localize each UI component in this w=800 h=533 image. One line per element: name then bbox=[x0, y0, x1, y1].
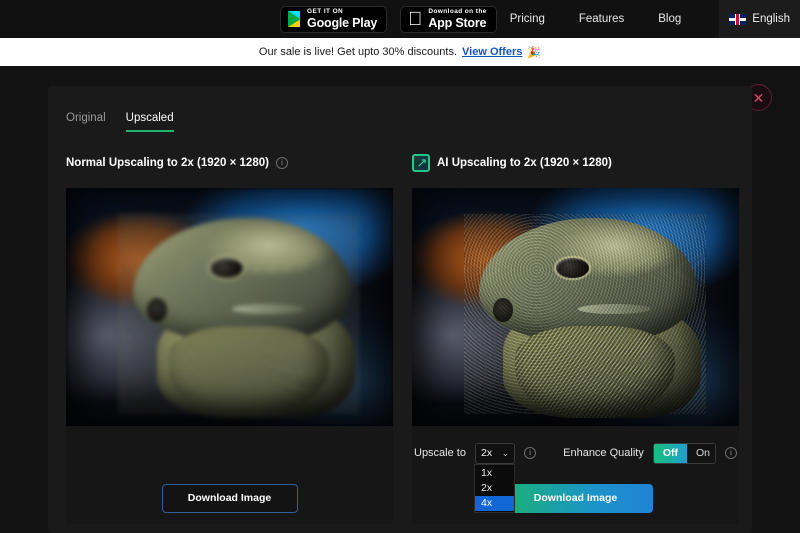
result-tabs: Original Upscaled bbox=[66, 112, 734, 132]
uk-flag-icon bbox=[729, 13, 747, 25]
site-header: GET IT ON Google Play  Download on the … bbox=[0, 0, 800, 38]
comparison-columns: Normal Upscaling to 2x (1920 × 1280) i D… bbox=[66, 154, 739, 524]
ai-upscale-image bbox=[412, 188, 739, 426]
nav-item-features[interactable]: Features bbox=[579, 13, 624, 25]
app-page: GET IT ON Google Play  Download on the … bbox=[0, 0, 800, 533]
enhance-quality-toggle[interactable]: Off On bbox=[652, 442, 716, 464]
dropdown-option-2x[interactable]: 2x bbox=[475, 481, 514, 496]
nav-item-blog[interactable]: Blog bbox=[658, 13, 681, 25]
app-store-button[interactable]:  Download on the App Store bbox=[400, 5, 497, 33]
ai-upscale-header: AI Upscaling to 2x (1920 × 1280) bbox=[412, 154, 739, 172]
download-image-button-ai[interactable]: Download Image bbox=[498, 483, 653, 513]
google-play-top-label: GET IT ON bbox=[307, 7, 344, 15]
ai-controls-row: Upscale to 2x ⌄ i Enhance Quality Off On bbox=[412, 434, 739, 513]
google-play-text: GET IT ON Google Play bbox=[307, 7, 378, 30]
google-play-icon bbox=[288, 11, 302, 27]
ai-upscale-card: Upscale to 2x ⌄ i Enhance Quality Off On bbox=[412, 188, 739, 524]
nav-item-pricing[interactable]: Pricing bbox=[510, 13, 545, 25]
tab-original[interactable]: Original bbox=[66, 112, 106, 132]
normal-upscale-card: Download Image bbox=[66, 188, 393, 524]
language-selector[interactable]: English bbox=[719, 0, 800, 38]
enhance-quality-label: Enhance Quality bbox=[563, 447, 644, 459]
modal-sheet: Original Upscaled Normal Upscaling to 2x… bbox=[48, 86, 752, 533]
ai-upscale-title: AI Upscaling to 2x (1920 × 1280) bbox=[437, 157, 612, 169]
upscale-modal: ✕ Original Upscaled Normal Upscaling to … bbox=[0, 66, 800, 533]
normal-upscale-title: Normal Upscaling to 2x (1920 × 1280) bbox=[66, 157, 269, 169]
upscale-info-icon[interactable]: i bbox=[524, 447, 537, 459]
upscale-factor-select[interactable]: 2x ⌄ bbox=[474, 442, 516, 464]
language-label: English bbox=[752, 13, 790, 25]
normal-download-row: Download Image bbox=[66, 472, 393, 524]
google-play-main-label: Google Play bbox=[307, 16, 378, 30]
download-image-button-normal[interactable]: Download Image bbox=[161, 483, 298, 513]
normal-upscale-image bbox=[66, 188, 393, 426]
enhance-off-option[interactable]: Off bbox=[653, 443, 688, 463]
info-icon[interactable]: i bbox=[275, 157, 288, 169]
normal-upscale-column: Normal Upscaling to 2x (1920 × 1280) i D… bbox=[66, 154, 393, 524]
apple-logo-icon:  bbox=[408, 10, 422, 29]
image-vignette bbox=[412, 188, 739, 426]
party-popper-icon: 🎉 bbox=[527, 46, 542, 59]
upscale-factor-value: 2x bbox=[480, 447, 493, 459]
app-store-top-label: Download on the bbox=[428, 7, 487, 15]
normal-controls-spacer bbox=[66, 434, 393, 472]
promo-banner: Our sale is live! Get upto 30% discounts… bbox=[0, 38, 800, 66]
app-store-main-label: App Store bbox=[428, 16, 487, 30]
tab-upscaled[interactable]: Upscaled bbox=[125, 112, 174, 132]
normal-upscale-header: Normal Upscaling to 2x (1920 × 1280) i bbox=[66, 154, 393, 172]
promo-text: Our sale is live! Get upto 30% discounts… bbox=[258, 46, 458, 58]
view-offers-link[interactable]: View Offers bbox=[462, 46, 522, 58]
expand-arrow-icon[interactable] bbox=[412, 154, 430, 172]
enhance-on-option[interactable]: On bbox=[687, 443, 715, 463]
upscale-to-label: Upscale to bbox=[414, 447, 466, 459]
upscale-factor-dropdown[interactable]: 1x 2x 4x bbox=[474, 464, 515, 513]
image-vignette bbox=[66, 188, 393, 426]
google-play-button[interactable]: GET IT ON Google Play bbox=[280, 5, 388, 33]
enhance-info-icon[interactable]: i bbox=[725, 447, 737, 459]
ai-download-row: Download Image bbox=[412, 472, 739, 524]
ai-upscale-column: AI Upscaling to 2x (1920 × 1280) bbox=[412, 154, 739, 524]
chevron-down-icon: ⌄ bbox=[501, 447, 510, 458]
dropdown-option-4x[interactable]: 4x bbox=[475, 496, 514, 511]
dropdown-option-1x[interactable]: 1x bbox=[475, 466, 514, 481]
close-icon: ✕ bbox=[752, 89, 765, 106]
app-store-text: Download on the App Store bbox=[428, 7, 487, 30]
